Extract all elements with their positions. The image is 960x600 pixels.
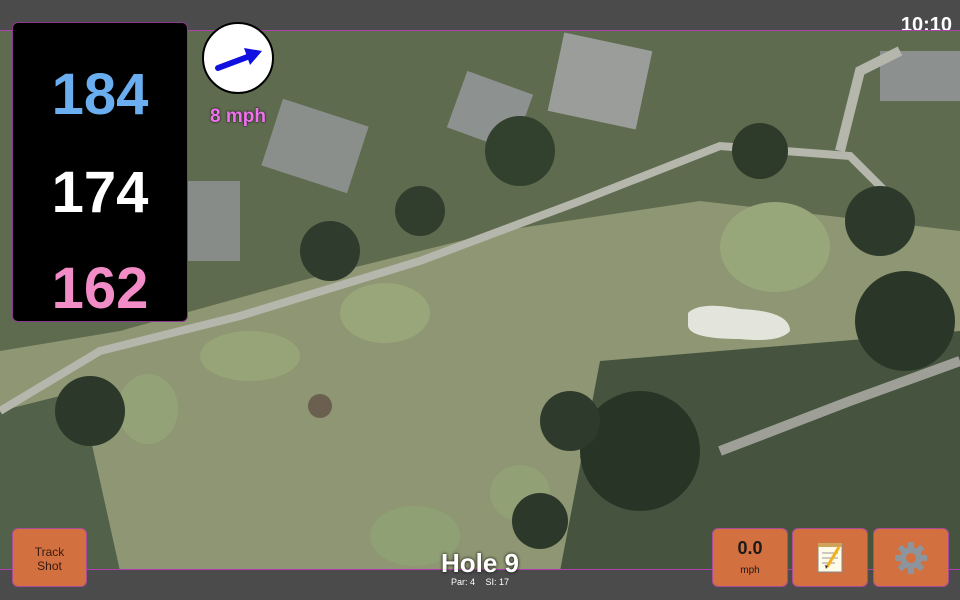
speed-unit: mph [740,565,760,576]
wind-arrow-icon [215,48,262,71]
track-shot-button[interactable]: Track Shot [12,528,87,587]
wind-direction-indicator [202,22,274,94]
distance-middle-of-green: 174 [51,160,149,225]
settings-button[interactable] [873,528,949,587]
hole-info: Par: 4 SI: 17 [380,577,580,587]
track-shot-label-1: Track [34,545,65,559]
notes-button[interactable] [792,528,868,587]
track-shot-label-2: Shot [37,559,62,573]
gear-icon [895,542,927,574]
wind-speed-label: 8 mph [210,106,266,127]
hole-stroke-index: SI: 17 [485,577,510,587]
hole-title: Hole 9 [440,548,520,578]
speed-button[interactable]: 0.0 mph [712,528,788,587]
hole-par: Par: 4 [450,577,475,587]
distance-back-of-green: 184 [51,62,149,127]
distance-front-of-green: 162 [51,256,149,321]
distance-panel: 184 174 162 [12,22,188,322]
notepad-icon [817,543,843,573]
speed-value: 0.0 [737,538,763,558]
